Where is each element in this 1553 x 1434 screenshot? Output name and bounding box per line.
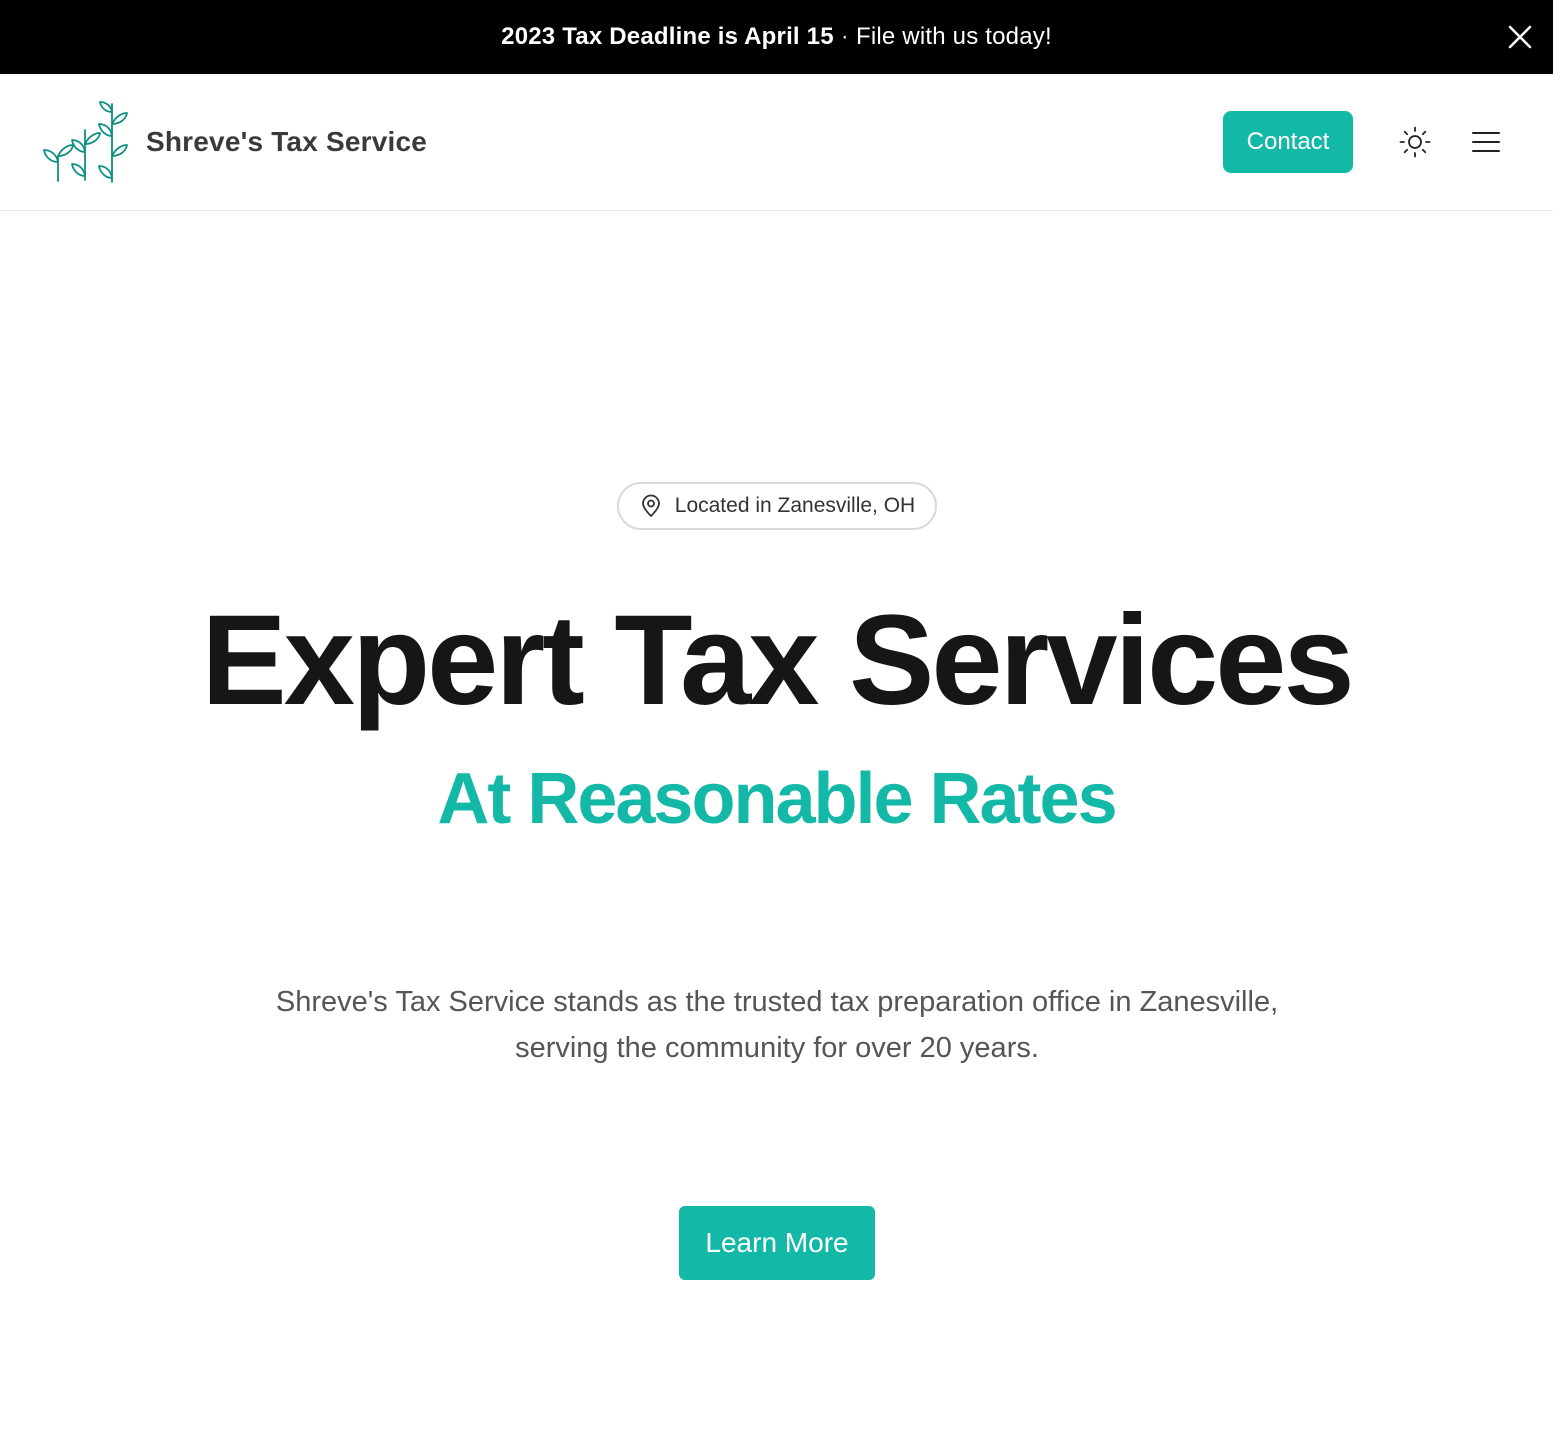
contact-button[interactable]: Contact xyxy=(1223,111,1353,173)
brand-link[interactable]: Shreve's Tax Service xyxy=(40,100,427,184)
close-icon[interactable] xyxy=(1507,24,1533,50)
location-badge: Located in Zanesville, OH xyxy=(617,482,937,530)
hero-headline: Expert Tax Services xyxy=(201,589,1354,732)
announcement-message: File with us today! xyxy=(855,23,1052,50)
site-header: Shreve's Tax Service Contact xyxy=(0,74,1553,211)
sun-icon[interactable] xyxy=(1399,126,1431,158)
learn-more-button[interactable]: Learn More xyxy=(679,1206,875,1280)
announcement-separator: · xyxy=(840,23,849,50)
announcement-bar: 2023 Tax Deadline is April 15 · File wit… xyxy=(0,0,1553,74)
sprouting-plants-icon xyxy=(43,101,128,183)
location-text: Located in Zanesville, OH xyxy=(674,494,916,517)
hero-description: Shreve's Tax Service stands as the trust… xyxy=(275,986,1279,1064)
hero-subheadline: At Reasonable Rates xyxy=(437,759,1117,839)
hero-section: Located in Zanesville, OH Expert Tax Ser… xyxy=(0,211,1553,1434)
hamburger-menu-icon[interactable] xyxy=(1470,129,1502,155)
map-pin-icon xyxy=(641,494,660,517)
announcement-highlight: 2023 Tax Deadline is April 15 xyxy=(501,23,834,50)
brand-name: Shreve's Tax Service xyxy=(146,126,427,157)
